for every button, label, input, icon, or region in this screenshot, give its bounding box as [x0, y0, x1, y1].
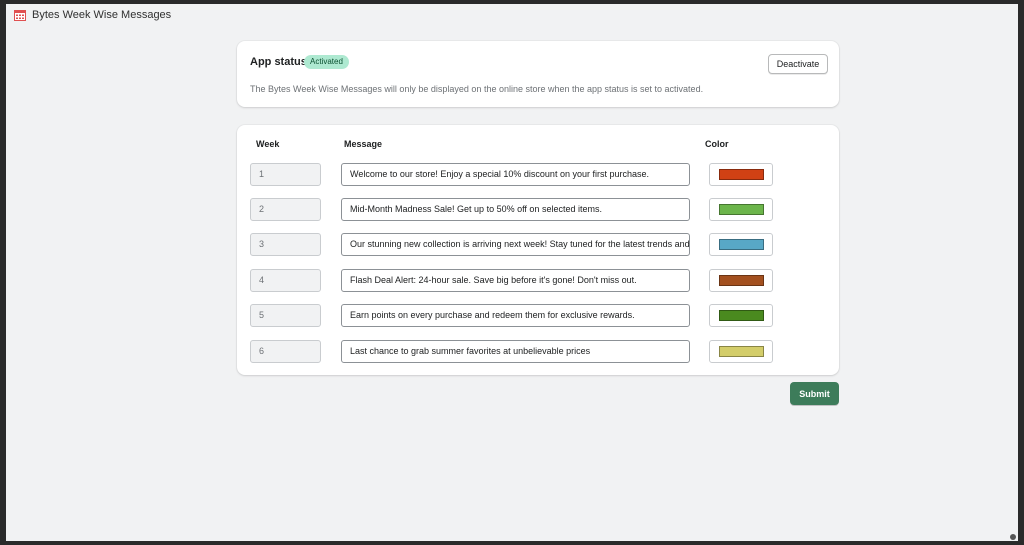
- header-message: Message: [344, 139, 383, 149]
- week-field: 3: [250, 233, 321, 256]
- message-input[interactable]: Welcome to our store! Enjoy a special 10…: [341, 163, 690, 186]
- app-window: Bytes Week Wise Messages App status Acti…: [6, 4, 1018, 541]
- week-field: 6: [250, 340, 321, 363]
- color-picker[interactable]: [709, 233, 773, 256]
- color-swatch: [718, 239, 764, 250]
- submit-button[interactable]: Submit: [790, 382, 839, 405]
- message-input[interactable]: Mid-Month Madness Sale! Get up to 50% of…: [341, 198, 690, 221]
- table-row: 2 Mid-Month Madness Sale! Get up to 50% …: [237, 198, 839, 222]
- header-week: Week: [256, 139, 280, 149]
- message-input[interactable]: Flash Deal Alert: 24-hour sale. Save big…: [341, 269, 690, 292]
- deactivate-button[interactable]: Deactivate: [768, 54, 828, 74]
- table-row: 1 Welcome to our store! Enjoy a special …: [237, 163, 839, 187]
- color-swatch: [718, 275, 764, 286]
- message-input[interactable]: Earn points on every purchase and redeem…: [341, 304, 690, 327]
- status-description: The Bytes Week Wise Messages will only b…: [250, 84, 704, 94]
- color-picker[interactable]: [709, 163, 773, 186]
- table-row: 3 Our stunning new collection is arrivin…: [237, 233, 839, 257]
- table-row: 6 Last chance to grab summer favorites a…: [237, 340, 839, 364]
- message-input[interactable]: Our stunning new collection is arriving …: [341, 233, 690, 256]
- week-field: 1: [250, 163, 321, 186]
- color-picker[interactable]: [709, 304, 773, 327]
- week-field: 4: [250, 269, 321, 292]
- color-picker[interactable]: [709, 269, 773, 292]
- app-status-title: App status: [250, 56, 307, 68]
- table-row: 5 Earn points on every purchase and rede…: [237, 304, 839, 328]
- week-field: 2: [250, 198, 321, 221]
- table-row: 4 Flash Deal Alert: 24-hour sale. Save b…: [237, 269, 839, 293]
- message-input[interactable]: Last chance to grab summer favorites at …: [341, 340, 690, 363]
- color-swatch: [718, 346, 764, 357]
- app-status-card: App status Activated The Bytes Week Wise…: [237, 41, 839, 107]
- title-bar: Bytes Week Wise Messages: [6, 4, 1018, 26]
- settings-icon: [1010, 534, 1016, 540]
- week-field: 5: [250, 304, 321, 327]
- color-picker[interactable]: [709, 340, 773, 363]
- color-swatch: [718, 204, 764, 215]
- window-title: Bytes Week Wise Messages: [32, 9, 172, 21]
- header-color: Color: [705, 139, 729, 149]
- color-swatch: [718, 169, 764, 180]
- color-swatch: [718, 310, 764, 321]
- color-picker[interactable]: [709, 198, 773, 221]
- status-badge: Activated: [304, 55, 349, 69]
- messages-table-card: Week Message Color 1 Welcome to our stor…: [237, 125, 839, 375]
- calendar-grid-icon: [14, 10, 26, 21]
